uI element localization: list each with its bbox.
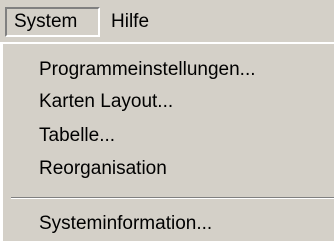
menu-item-programmeinstellungen[interactable]: Programmeinstellungen... [39,58,256,82]
menu-bar: System Hilfe [0,0,334,42]
menu-item-systeminformation[interactable]: Systeminformation... [39,212,212,236]
menu-item-tabelle[interactable]: Tabelle... [39,124,115,148]
menu-system[interactable]: System [5,7,100,37]
menu-item-karten-layout[interactable]: Karten Layout... [39,90,173,114]
menu-separator [11,197,334,199]
system-dropdown-menu: Programmeinstellungen... Karten Layout..… [1,42,334,241]
menu-hilfe[interactable]: Hilfe [104,7,174,37]
menu-item-reorganisation[interactable]: Reorganisation [39,157,167,181]
